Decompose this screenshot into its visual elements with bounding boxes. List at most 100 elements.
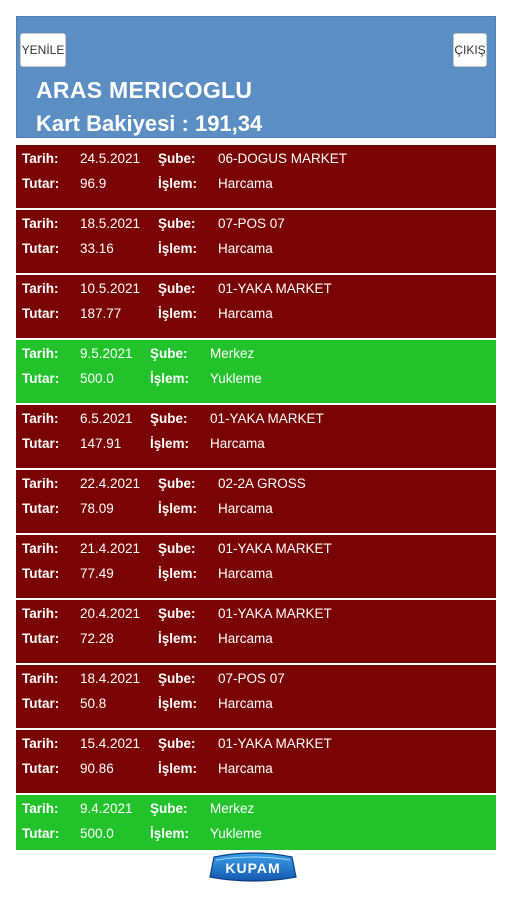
amount-value: 72.28 [80, 631, 114, 646]
date-label: Tarih: [22, 606, 59, 621]
operation-value: Harcama [218, 306, 273, 321]
transaction-list: Tarih: 24.5.2021 Şube: 06-DOGUS MARKET T… [16, 145, 496, 852]
kupam-logo-graphic: KUPAM [209, 852, 297, 882]
branch-label: Şube: [158, 476, 196, 491]
refresh-button[interactable]: YENİLE [20, 33, 66, 67]
date-label: Tarih: [22, 216, 59, 231]
transaction-row[interactable]: Tarih: 24.5.2021 Şube: 06-DOGUS MARKET T… [16, 145, 496, 208]
transaction-row[interactable]: Tarih: 9.4.2021 Şube: Merkez Tutar: 500.… [16, 795, 496, 850]
operation-label: İşlem: [158, 566, 198, 581]
date-value: 18.4.2021 [80, 671, 141, 686]
transaction-row[interactable]: Tarih: 20.4.2021 Şube: 01-YAKA MARKET Tu… [16, 600, 496, 663]
amount-value: 500.0 [80, 826, 114, 841]
operation-value: Harcama [218, 696, 273, 711]
date-value: 21.4.2021 [80, 541, 141, 556]
date-label: Tarih: [22, 411, 59, 426]
branch-value: 07-POS 07 [218, 671, 285, 686]
branch-label: Şube: [150, 411, 188, 426]
operation-value: Harcama [218, 501, 273, 516]
amount-value: 77.49 [80, 566, 114, 581]
date-value: 9.4.2021 [80, 801, 133, 816]
operation-label: İşlem: [158, 176, 198, 191]
amount-label: Tutar: [22, 696, 60, 711]
date-label: Tarih: [22, 801, 59, 816]
kupam-logo: KUPAM [204, 851, 302, 885]
operation-label: İşlem: [158, 241, 198, 256]
operation-value: Harcama [218, 631, 273, 646]
transaction-row[interactable]: Tarih: 18.4.2021 Şube: 07-POS 07 Tutar: … [16, 665, 496, 728]
amount-value: 500.0 [80, 371, 114, 386]
date-label: Tarih: [22, 736, 59, 751]
amount-value: 96.9 [80, 176, 107, 191]
transaction-row[interactable]: Tarih: 9.5.2021 Şube: Merkez Tutar: 500.… [16, 340, 496, 403]
transaction-row[interactable]: Tarih: 18.5.2021 Şube: 07-POS 07 Tutar: … [16, 210, 496, 273]
branch-value: Merkez [210, 346, 255, 361]
date-value: 20.4.2021 [80, 606, 141, 621]
branch-label: Şube: [158, 151, 196, 166]
amount-value: 78.09 [80, 501, 114, 516]
branch-value: 01-YAKA MARKET [210, 411, 324, 426]
branch-value: 01-YAKA MARKET [218, 606, 332, 621]
operation-value: Harcama [218, 761, 273, 776]
branch-value: 01-YAKA MARKET [218, 281, 332, 296]
branch-label: Şube: [158, 216, 196, 231]
amount-value: 147.91 [80, 436, 122, 451]
amount-label: Tutar: [22, 566, 60, 581]
branch-value: 02-2A GROSS [218, 476, 306, 491]
operation-label: İşlem: [158, 306, 198, 321]
date-value: 18.5.2021 [80, 216, 141, 231]
operation-label: İşlem: [150, 436, 190, 451]
operation-label: İşlem: [158, 696, 198, 711]
date-label: Tarih: [22, 476, 59, 491]
operation-label: İşlem: [150, 826, 190, 841]
operation-label: İşlem: [158, 631, 198, 646]
operation-label: İşlem: [158, 501, 198, 516]
amount-label: Tutar: [22, 371, 60, 386]
logo-text: KUPAM [225, 860, 280, 876]
amount-value: 33.16 [80, 241, 114, 256]
transaction-row[interactable]: Tarih: 21.4.2021 Şube: 01-YAKA MARKET Tu… [16, 535, 496, 598]
operation-value: Yukleme [210, 371, 262, 386]
transaction-row[interactable]: Tarih: 6.5.2021 Şube: 01-YAKA MARKET Tut… [16, 405, 496, 468]
branch-label: Şube: [158, 606, 196, 621]
branch-label: Şube: [158, 671, 196, 686]
operation-value: Harcama [218, 241, 273, 256]
transaction-row[interactable]: Tarih: 10.5.2021 Şube: 01-YAKA MARKET Tu… [16, 275, 496, 338]
date-value: 6.5.2021 [80, 411, 133, 426]
branch-value: 07-POS 07 [218, 216, 285, 231]
date-value: 24.5.2021 [80, 151, 141, 166]
exit-button[interactable]: ÇIKIŞ [453, 33, 487, 67]
operation-value: Yukleme [210, 826, 262, 841]
branch-value: 06-DOGUS MARKET [218, 151, 348, 166]
amount-value: 50.8 [80, 696, 107, 711]
amount-value: 90.86 [80, 761, 114, 776]
operation-label: İşlem: [158, 761, 198, 776]
branch-label: Şube: [158, 281, 196, 296]
operation-value: Harcama [218, 176, 273, 191]
branch-value: Merkez [210, 801, 255, 816]
branch-value: 01-YAKA MARKET [218, 541, 332, 556]
amount-label: Tutar: [22, 436, 60, 451]
amount-label: Tutar: [22, 826, 60, 841]
card-balance: Kart Bakiyesi : 191,34 [36, 111, 263, 136]
account-header: YENİLE ÇIKIŞ ARAS MERICOGLU Kart Bakiyes… [16, 16, 496, 138]
transaction-row[interactable]: Tarih: 15.4.2021 Şube: 01-YAKA MARKET Tu… [16, 730, 496, 793]
date-value: 10.5.2021 [80, 281, 141, 296]
date-label: Tarih: [22, 346, 59, 361]
date-value: 9.5.2021 [80, 346, 133, 361]
operation-value: Harcama [210, 436, 265, 451]
date-label: Tarih: [22, 281, 59, 296]
branch-value: 01-YAKA MARKET [218, 736, 332, 751]
operation-value: Harcama [218, 566, 273, 581]
date-label: Tarih: [22, 541, 59, 556]
branch-label: Şube: [150, 801, 188, 816]
date-label: Tarih: [22, 151, 59, 166]
amount-label: Tutar: [22, 631, 60, 646]
transaction-row[interactable]: Tarih: 22.4.2021 Şube: 02-2A GROSS Tutar… [16, 470, 496, 533]
date-value: 22.4.2021 [80, 476, 141, 491]
amount-label: Tutar: [22, 241, 60, 256]
branch-label: Şube: [158, 541, 196, 556]
operation-label: İşlem: [150, 371, 190, 386]
customer-name: ARAS MERICOGLU [36, 77, 253, 103]
amount-label: Tutar: [22, 306, 60, 321]
